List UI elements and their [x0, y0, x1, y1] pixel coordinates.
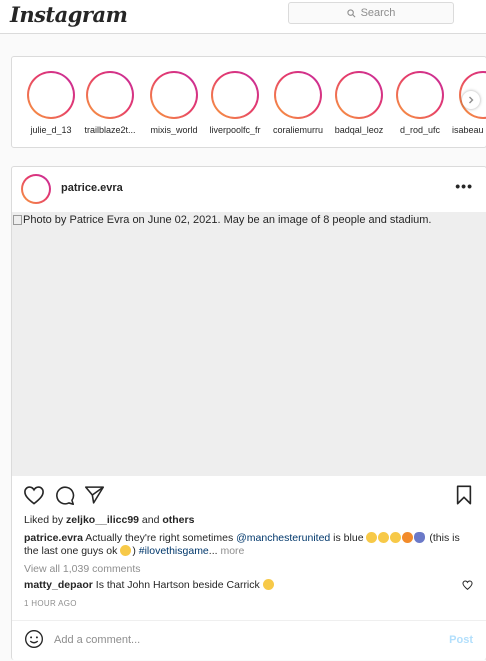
caption-hashtag-link[interactable]: #ilovethisgame [139, 545, 209, 557]
story-avatar [27, 71, 75, 119]
sweat-smile-emoji [366, 532, 378, 543]
heart-icon[interactable] [23, 485, 45, 505]
post-author-username[interactable]: patrice.evra [61, 182, 123, 194]
view-all-comments-link[interactable]: View all 1,039 comments [24, 563, 141, 575]
story-avatar [86, 71, 134, 119]
story-item[interactable]: liverpoolfc_fr [204, 71, 266, 135]
story-item[interactable]: mixis_world [143, 71, 205, 135]
story-item[interactable]: d_rod_ufc [389, 71, 451, 135]
story-item[interactable]: badqal_leoz [328, 71, 390, 135]
search-placeholder: Search [360, 7, 396, 19]
person-emoji [414, 532, 426, 543]
add-comment-bar: Add a comment... Post [12, 620, 486, 661]
crying-laughing-emoji [390, 532, 402, 543]
heart-icon[interactable] [462, 580, 473, 590]
feed-post: patrice.evra ••• Photo by Patrice Evra o… [11, 166, 486, 660]
caption-text: Actually they're right sometimes [82, 532, 237, 544]
story-username: isabeau [452, 125, 484, 135]
story-item[interactable]: trailblaze2t... [79, 71, 141, 135]
post-header: patrice.evra ••• [12, 167, 486, 211]
comment-icon[interactable] [54, 485, 75, 506]
instagram-logo[interactable]: Instagram [10, 2, 128, 27]
story-avatar [274, 71, 322, 119]
post-author-avatar[interactable] [21, 174, 51, 204]
caption-text: is blue [330, 532, 367, 544]
search-input[interactable]: Search [288, 2, 454, 24]
story-avatar [396, 71, 444, 119]
story-item[interactable]: julie_d_13 [20, 71, 82, 135]
post-comment-button[interactable]: Post [449, 634, 473, 646]
liked-by-others-link[interactable]: others [162, 514, 194, 526]
caption-ellipsis: ... [208, 545, 221, 557]
likes-prefix: Liked by [24, 514, 67, 526]
comment-username[interactable]: matty_depaor [24, 579, 93, 591]
image-alt-text: Photo by Patrice Evra on June 02, 2021. … [23, 214, 432, 226]
top-nav-bar: Instagram Search [0, 0, 486, 34]
comment-item: matty_depaor Is that John Hartson beside… [24, 579, 275, 591]
share-icon[interactable] [84, 485, 105, 505]
post-image-alt: Photo by Patrice Evra on June 02, 2021. … [13, 214, 431, 226]
stories-tray: julie_d_13 trailblaze2t... mixis_world l… [11, 56, 486, 148]
story-username: coraliemurru [272, 125, 323, 135]
caption-mention-link[interactable]: @manchesterunited [236, 532, 330, 544]
fire-emoji [402, 532, 414, 543]
story-username: julie_d_13 [30, 125, 72, 135]
broken-image-icon [13, 215, 22, 225]
likes-summary: Liked by zeljko__ilicc99 and others [24, 514, 194, 526]
post-caption: patrice.evra Actually they're right some… [24, 532, 472, 558]
caption-username[interactable]: patrice.evra [24, 532, 83, 544]
story-username: badqal_leoz [334, 125, 384, 135]
liked-by-user-link[interactable]: zeljko__ilicc99 [66, 514, 139, 526]
story-avatar [211, 71, 259, 119]
stories-next-button[interactable] [462, 91, 480, 109]
story-avatar [335, 71, 383, 119]
story-username: liverpoolfc_fr [209, 125, 261, 135]
story-item[interactable]: coraliemurru [267, 71, 329, 135]
add-comment-input[interactable]: Add a comment... [54, 634, 140, 646]
story-avatar [150, 71, 198, 119]
bookmark-icon[interactable] [455, 485, 473, 505]
crying-laughing-emoji [378, 532, 390, 543]
search-icon [346, 8, 356, 17]
smiley-icon[interactable] [24, 629, 44, 649]
more-icon[interactable]: ••• [455, 179, 473, 193]
story-username: d_rod_ufc [399, 125, 441, 135]
worried-emoji [262, 579, 274, 590]
chevron-right-icon [469, 96, 474, 104]
grin-emoji [120, 545, 132, 556]
caption-more-button[interactable]: more [220, 545, 244, 557]
comment-text: Is that John Hartson beside Carrick [92, 579, 263, 591]
post-image[interactable]: Photo by Patrice Evra on June 02, 2021. … [12, 212, 486, 476]
post-timestamp[interactable]: 1 HOUR AGO [24, 599, 77, 608]
story-username: trailblaze2t... [84, 125, 136, 135]
post-actions [12, 485, 486, 507]
likes-suffix: and [139, 514, 163, 526]
story-username: mixis_world [150, 125, 198, 135]
